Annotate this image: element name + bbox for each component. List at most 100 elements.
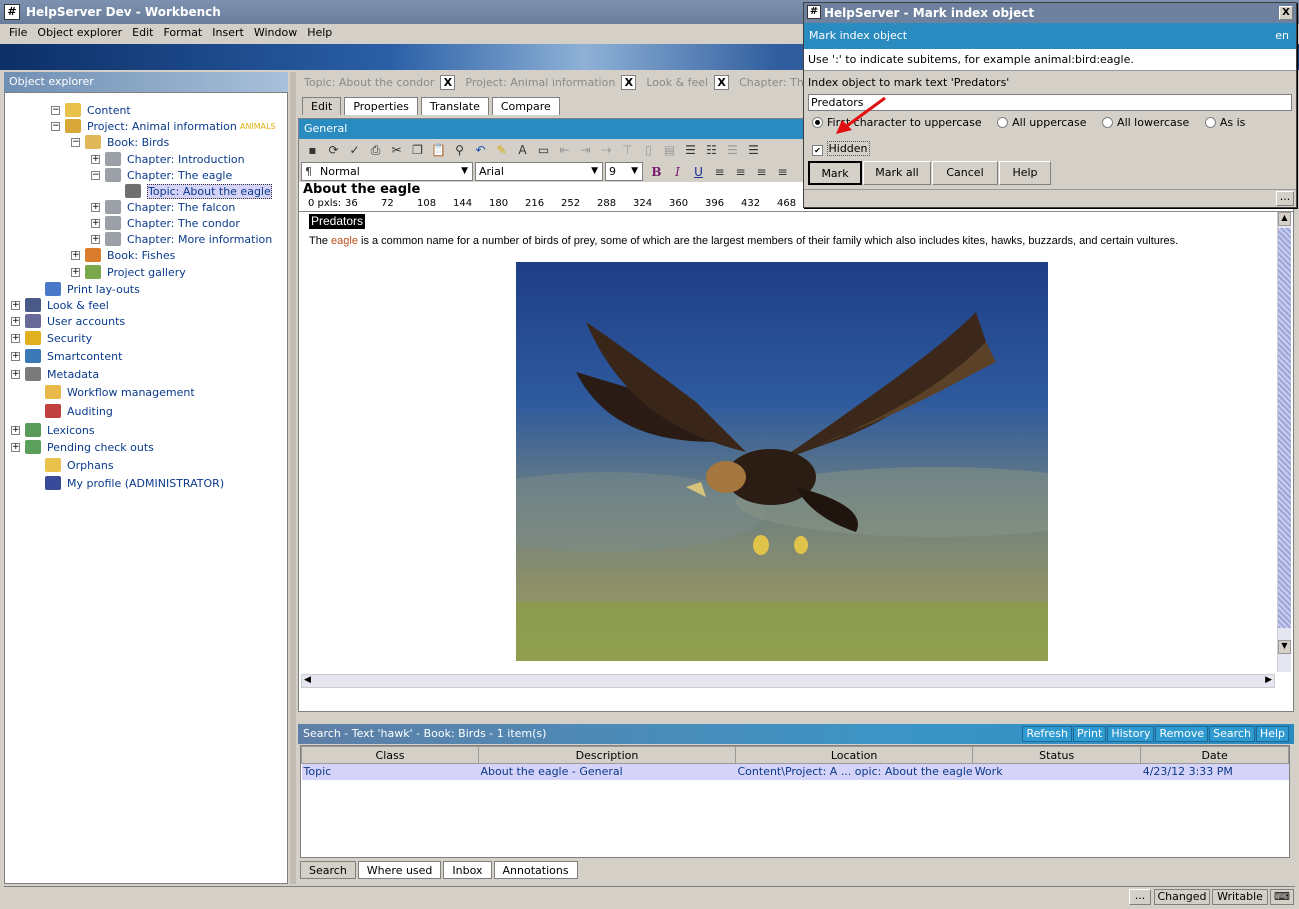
menu-file[interactable]: File <box>4 24 32 44</box>
col-status[interactable]: Status <box>972 746 1142 764</box>
editor-content[interactable]: Predators The eagle is a common name for… <box>299 212 1293 690</box>
tree-item[interactable]: My profile (ADMINISTRATOR) <box>67 475 224 492</box>
delete-col-icon[interactable]: ⊤ <box>617 140 638 161</box>
justify-icon[interactable]: ≡ <box>772 162 793 183</box>
scroll-thumb[interactable] <box>1278 228 1291 628</box>
tree-expander-icon[interactable]: + <box>11 317 20 326</box>
style-select[interactable]: Normal ¶ ▼ <box>301 162 473 181</box>
align-right-icon[interactable]: ≡ <box>751 162 772 183</box>
delete-row-icon[interactable]: ⇢ <box>596 140 617 161</box>
document-tab[interactable]: Topic: About the condor X <box>304 75 456 90</box>
tab-where-used[interactable]: Where used <box>357 861 442 879</box>
size-select[interactable]: 9 ▼ <box>605 162 643 181</box>
print-icon[interactable]: ⎙ <box>365 140 386 161</box>
search-button[interactable]: Search <box>1209 726 1255 742</box>
tab-properties[interactable]: Properties <box>344 97 418 115</box>
insert-row-icon[interactable]: ⇤ <box>554 140 575 161</box>
refresh-button[interactable]: Refresh <box>1022 726 1073 742</box>
tree-item[interactable]: Print lay-outs <box>67 281 140 298</box>
tree-expander-icon[interactable]: + <box>11 334 20 343</box>
merge-icon[interactable]: ▯ <box>638 140 659 161</box>
remove-button[interactable]: Remove <box>1155 726 1209 742</box>
close-tab-icon[interactable]: X <box>714 75 730 90</box>
tree-expander-icon[interactable]: + <box>91 235 100 244</box>
tab-annotations[interactable]: Annotations <box>493 861 578 879</box>
option-all-lowercase[interactable]: All lowercase <box>1102 116 1189 129</box>
tree-item[interactable]: Chapter: The condor <box>127 215 240 232</box>
document-tab[interactable]: Project: Animal information X <box>465 75 637 90</box>
refresh-icon[interactable]: ⟳ <box>323 140 344 161</box>
tree-expander-icon[interactable]: + <box>11 426 20 435</box>
horizontal-scrollbar[interactable]: ◀ ▶ <box>301 674 1275 688</box>
tree-item[interactable]: Smartcontent <box>47 348 122 365</box>
tree-item[interactable]: User accounts <box>47 313 125 330</box>
tree-expander-icon[interactable]: − <box>71 138 80 147</box>
tree-expander-icon[interactable]: + <box>71 268 80 277</box>
menu-format[interactable]: Format <box>158 24 207 44</box>
tree-item[interactable]: Book: Fishes <box>107 247 175 264</box>
cut-icon[interactable]: ✂ <box>386 140 407 161</box>
tab-compare[interactable]: Compare <box>491 97 560 115</box>
tree-item[interactable]: Auditing <box>67 403 113 420</box>
undo-icon[interactable]: ↶ <box>470 140 491 161</box>
document-tab[interactable]: Look & feel X <box>646 75 730 90</box>
close-tab-icon[interactable]: X <box>440 75 456 90</box>
help-button[interactable]: Help <box>999 161 1051 185</box>
table-icon[interactable]: ▭ <box>533 140 554 161</box>
underline-button[interactable]: U <box>688 162 709 183</box>
option-as-is[interactable]: As is <box>1204 116 1245 129</box>
cancel-button[interactable]: Cancel <box>932 161 998 185</box>
find-icon[interactable]: ⚲ <box>449 140 470 161</box>
tree-expander-icon[interactable]: + <box>11 443 20 452</box>
menu-help[interactable]: Help <box>302 24 337 44</box>
tree-expander-icon[interactable]: + <box>91 155 100 164</box>
scroll-up-icon[interactable]: ▲ <box>1278 212 1291 226</box>
eagle-link[interactable]: eagle <box>331 235 358 247</box>
split-icon[interactable]: ▤ <box>659 140 680 161</box>
tree-item[interactable]: Chapter: The eagle <box>127 167 232 184</box>
mark-button[interactable]: Mark <box>808 161 862 185</box>
mark-all-button[interactable]: Mark all <box>863 161 931 185</box>
close-button[interactable]: X <box>1279 6 1293 20</box>
vertical-scrollbar[interactable]: ▲ ▼ <box>1277 212 1291 672</box>
tree-expander-icon[interactable]: − <box>51 106 60 115</box>
tree-expander-icon[interactable]: − <box>91 171 100 180</box>
col-date[interactable]: Date <box>1140 746 1289 764</box>
tree-item[interactable]: Pending check outs <box>47 439 154 456</box>
tree-expander-icon[interactable]: + <box>91 219 100 228</box>
close-tab-icon[interactable]: X <box>621 75 637 90</box>
tree-item[interactable]: Look & feel <box>47 297 109 314</box>
tree-expander-icon[interactable]: + <box>11 301 20 310</box>
tree-expander-icon[interactable]: + <box>11 352 20 361</box>
align-center-icon[interactable]: ≡ <box>730 162 751 183</box>
tree-item[interactable]: Workflow management <box>67 384 195 401</box>
print-button[interactable]: Print <box>1073 726 1107 742</box>
menu-insert[interactable]: Insert <box>207 24 249 44</box>
tree-item[interactable]: Project gallery <box>107 264 186 281</box>
option-all-uppercase[interactable]: All uppercase <box>997 116 1087 129</box>
tree-item[interactable]: Chapter: The falcon <box>127 199 235 216</box>
paste-icon[interactable]: 📋 <box>428 140 449 161</box>
hidden-checkbox[interactable]: ✔ Hidden <box>812 141 870 156</box>
col-class[interactable]: Class <box>301 746 479 764</box>
font-select[interactable]: Arial ▼ <box>475 162 603 181</box>
scroll-left-icon[interactable]: ◀ <box>304 675 311 685</box>
insert-col-icon[interactable]: ⇥ <box>575 140 596 161</box>
tree-item[interactable]: Orphans <box>67 457 114 474</box>
copy-icon[interactable]: ❐ <box>407 140 428 161</box>
menu-object-explorer[interactable]: Object explorer <box>32 24 127 44</box>
col-description[interactable]: Description <box>478 746 736 764</box>
status-more-button[interactable]: ... <box>1129 889 1151 905</box>
scroll-right-icon[interactable]: ▶ <box>1265 675 1272 685</box>
format-painter-icon[interactable]: A <box>512 140 533 161</box>
tree-item[interactable]: Topic: About the eagle <box>147 183 272 200</box>
marked-text[interactable]: Predators <box>309 214 366 229</box>
align-left-icon[interactable]: ≡ <box>709 162 730 183</box>
numbered-list-icon[interactable]: ☰ <box>680 140 701 161</box>
tree-item[interactable]: Content <box>87 102 131 119</box>
tab-inbox[interactable]: Inbox <box>443 861 492 879</box>
highlight-icon[interactable]: ✎ <box>491 140 512 161</box>
tree-expander-icon[interactable]: − <box>51 122 60 131</box>
indent-icon[interactable]: ☰ <box>743 140 764 161</box>
save-icon[interactable]: ▪ <box>302 140 323 161</box>
